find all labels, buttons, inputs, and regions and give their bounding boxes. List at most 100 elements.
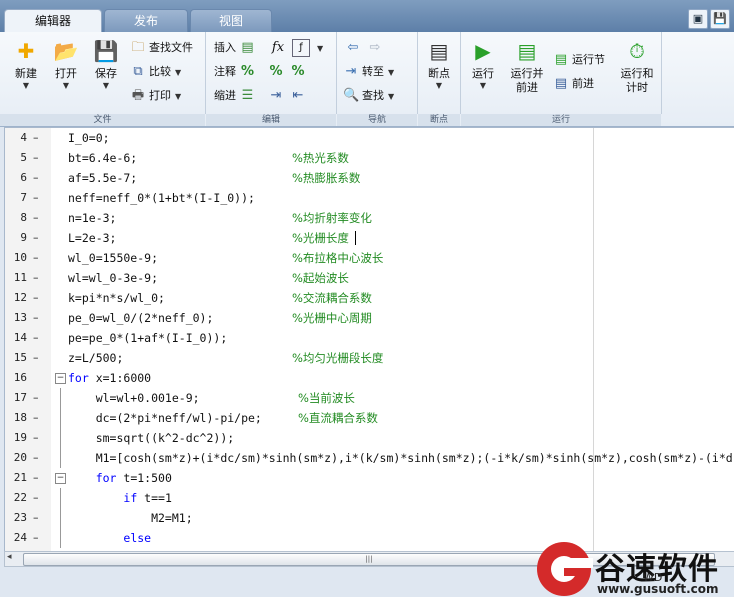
ribbon-section-edit: 插入 ▤ fx ƒ ▼ 注释 % % % 缩进 ☰ ⇥ ⇤ 编辑	[206, 32, 337, 126]
code-line[interactable]: 23– M2=M1;	[5, 508, 734, 528]
decrease-indent-button[interactable]: ⇤	[290, 86, 309, 106]
find-files-button[interactable]: 🗀 查找文件	[130, 38, 193, 58]
find-button[interactable]: 🔍 查找 ▼	[343, 86, 394, 106]
code-comment: %起始波长	[292, 271, 349, 285]
code-line[interactable]: 7– neff=neff_0*(1+bt*(I-I_0));	[5, 188, 734, 208]
ribbon-section-breakpoints: ▤ 断点 ▼ 断点	[418, 32, 461, 126]
g-logo-icon	[537, 542, 593, 596]
open-button[interactable]: 📂 打开 ▼	[47, 38, 85, 91]
quick-access-toolbar: ▣ 💾	[688, 9, 730, 29]
code-comment: %光栅长度	[292, 231, 349, 245]
increase-indent-button[interactable]: ⇥	[268, 86, 287, 106]
breakpoints-button[interactable]: ▤ 断点 ▼	[420, 38, 458, 91]
find-files-icon: 🗀	[131, 40, 145, 55]
uncomment-button[interactable]: %	[268, 62, 287, 82]
code-line[interactable]: 4– I_0=0;	[5, 128, 734, 148]
ribbon-section-file: ✚ 新建 ▼ 📂 打开 ▼ 💾 保存 ▼ 🗀 查找文件 ⧉ 比较 ▼ 🖶 打印 ▼ 文件	[0, 32, 206, 126]
back-button[interactable]: ⇦	[345, 38, 364, 58]
run-and-advance-button[interactable]: ▤ 运行并 前进	[505, 38, 549, 95]
indent-button[interactable]: 缩进 ☰	[214, 86, 259, 106]
plus-icon: ✚	[17, 39, 35, 63]
printer-icon: 🖶	[131, 88, 145, 103]
tab-publish[interactable]: 发布	[104, 9, 188, 33]
run-section-icon: ▤	[554, 52, 568, 67]
fold-toggle-icon[interactable]: −	[55, 373, 66, 384]
code-line[interactable]: 13– pe_0=wl_0/(2*neff_0); %光栅中心周期	[5, 308, 734, 328]
run-advance-icon: ▤	[517, 39, 537, 63]
scroll-left-icon[interactable]: ◂	[7, 552, 12, 562]
dropdown-arrow-icon: ▼	[479, 81, 487, 90]
code-line[interactable]: 16 − for x=1:6000	[5, 368, 734, 388]
dropdown-arrow-icon: ▼	[22, 81, 30, 90]
run-button[interactable]: ▶ 运行 ▼	[464, 38, 502, 91]
code-line[interactable]: 5– bt=6.4e-6; %热光系数	[5, 148, 734, 168]
function-browser-icon: ƒ	[292, 39, 310, 57]
code-comment: %当前波长	[298, 391, 355, 405]
code-line[interactable]: 18– dc=(2*pi*neff/wl)-pi/pe; %直流耦合系数	[5, 408, 734, 428]
forward-button[interactable]: ⇨	[367, 38, 386, 58]
tab-editor[interactable]: 编辑器	[4, 9, 102, 33]
section-label-breakpoints: 断点	[418, 114, 460, 126]
function-browser-button[interactable]: ƒ ▼	[292, 38, 323, 58]
stopwatch-icon: ⏱	[629, 39, 645, 63]
dropdown-arrow-icon: ▼	[388, 92, 395, 101]
section-label-navigate: 导航	[337, 114, 417, 126]
dock-icon[interactable]: ▣	[688, 9, 708, 29]
function-icon: fx	[271, 40, 285, 55]
code-line[interactable]: 15– z=L/500; %均匀光栅段长度	[5, 348, 734, 368]
print-button[interactable]: 🖶 打印 ▼	[130, 86, 181, 106]
code-line[interactable]: 10– wl_0=1550e-9; %布拉格中心波长	[5, 248, 734, 268]
run-section-button[interactable]: ▤ 运行节	[553, 50, 605, 70]
ribbon: ✚ 新建 ▼ 📂 打开 ▼ 💾 保存 ▼ 🗀 查找文件 ⧉ 比较 ▼ 🖶 打印 ▼ 文件 …	[0, 32, 734, 127]
comment-percent-icon: %	[240, 64, 255, 79]
save-quick-icon[interactable]: 💾	[710, 9, 730, 29]
wrap-comment-button[interactable]: %	[290, 62, 309, 82]
insert-button[interactable]: 插入 ▤	[214, 38, 259, 58]
code-line[interactable]: 9– L=2e-3; %光栅长度	[5, 228, 734, 248]
back-arrow-icon: ⇦	[347, 40, 359, 55]
fx-button[interactable]: fx	[270, 38, 289, 58]
dropdown-arrow-icon: ▼	[62, 81, 70, 90]
code-line[interactable]: 8– n=1e-3; %均折射率变化	[5, 208, 734, 228]
code-line[interactable]: 21– − for t=1:500	[5, 468, 734, 488]
code-line[interactable]: 11– wl=wl_0-3e-9; %起始波长	[5, 268, 734, 288]
advance-button[interactable]: ▤ 前进	[553, 74, 594, 94]
comment-button[interactable]: 注释 %	[214, 62, 259, 82]
forward-arrow-icon: ⇨	[369, 40, 381, 55]
fold-toggle-icon[interactable]: −	[55, 473, 66, 484]
toolstrip-tab-bar: 编辑器 发布 视图 ▣ 💾	[0, 0, 734, 33]
dropdown-arrow-icon: ▼	[175, 92, 182, 101]
code-comment: %均匀光栅段长度	[292, 351, 384, 365]
folder-icon: 📂	[53, 39, 79, 63]
code-line[interactable]: 6– af=5.5e-7; %热膨胀系数	[5, 168, 734, 188]
site-watermark: 谷速软件 WD www.gusuoft.com	[537, 540, 734, 597]
code-line[interactable]: 17– wl=wl+0.001e-9; %当前波长	[5, 388, 734, 408]
tab-view[interactable]: 视图	[190, 9, 272, 33]
goto-button[interactable]: ⇥ 转至 ▼	[343, 62, 395, 82]
save-button[interactable]: 💾 保存 ▼	[87, 38, 125, 91]
code-comment: %交流耦合系数	[292, 291, 372, 305]
compare-button[interactable]: ⧉ 比较 ▼	[130, 62, 181, 82]
new-button[interactable]: ✚ 新建 ▼	[7, 38, 45, 91]
dropdown-arrow-icon: ▼	[388, 68, 395, 77]
code-comment: %热光系数	[292, 151, 349, 165]
decrease-indent-icon: ⇤	[292, 88, 304, 103]
code-line[interactable]: 12– k=pi*n*s/wl_0; %交流耦合系数	[5, 288, 734, 308]
increase-indent-icon: ⇥	[270, 88, 282, 103]
code-line[interactable]: 22– if t==1	[5, 488, 734, 508]
run-and-time-button[interactable]: ⏱ 运行和 计时	[615, 38, 659, 95]
code-comment: %均折射率变化	[292, 211, 372, 225]
goto-icon: ⇥	[345, 64, 357, 79]
code-line[interactable]: 19– sm=sqrt((k^2-dc^2));	[5, 428, 734, 448]
ribbon-section-run: ▶ 运行 ▼ ▤ 运行并 前进 ▤ 运行节 ▤ 前进 ⏱ 运行和 计时 运行	[461, 32, 662, 126]
code-line[interactable]: 20– M1=[cosh(sm*z)+(i*dc/sm)*sinh(sm*z),…	[5, 448, 734, 468]
insert-icon: ▤	[241, 40, 254, 55]
code-comment: %布拉格中心波长	[292, 251, 384, 265]
watermark-url: www.gusuoft.com	[597, 582, 719, 596]
code-line[interactable]: 14– pe=pe_0*(1+af*(I-I_0));	[5, 328, 734, 348]
code-editor[interactable]: 4– I_0=0; 5– bt=6.4e-6; %热光系数 6– af=5.5e…	[4, 127, 734, 552]
dropdown-arrow-icon: ▼	[435, 81, 443, 90]
wrap-comment-icon: %	[291, 64, 305, 79]
play-icon: ▶	[475, 39, 491, 63]
text-cursor	[355, 231, 356, 245]
